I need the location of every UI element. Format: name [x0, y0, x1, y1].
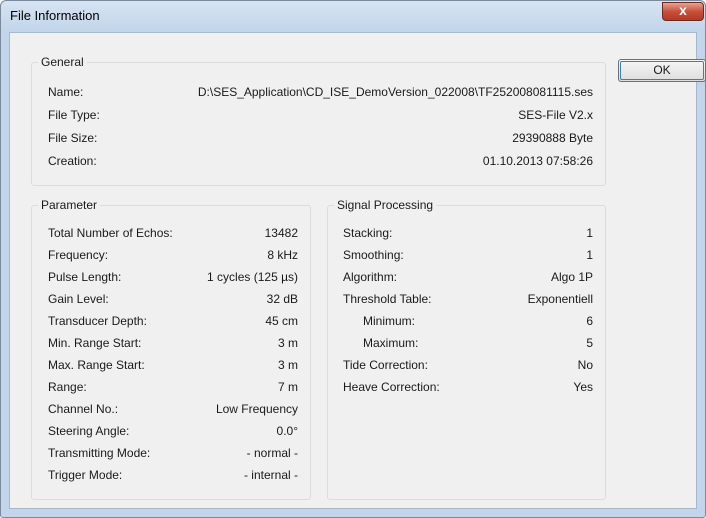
row-label: Heave Correction:: [343, 380, 440, 394]
row-label: Channel No.:: [48, 402, 119, 416]
general-group-title: General: [38, 55, 87, 69]
row-value: 3 m: [277, 358, 298, 372]
row-value: 7 m: [277, 380, 298, 394]
row-label: Smoothing:: [343, 248, 404, 262]
row-value: - internal -: [243, 468, 298, 482]
row-label: Maximum:: [363, 336, 419, 350]
row-value: 3 m: [277, 336, 298, 350]
row-value: 1: [586, 248, 593, 262]
row-label: Trigger Mode:: [48, 468, 123, 482]
row-label: File Type:: [48, 108, 100, 122]
ok-button-label: OK: [653, 63, 671, 77]
row-label: Frequency:: [48, 248, 109, 262]
row-value: SES-File V2.x: [518, 108, 593, 122]
file-information-dialog: File Information x General Name: D:\SES_…: [0, 0, 706, 518]
row-label: Total Number of Echos:: [48, 226, 173, 240]
signal-row-maximum: Maximum: 5: [363, 336, 593, 352]
param-row-echos: Total Number of Echos: 13482: [48, 226, 298, 242]
row-value: 6: [586, 314, 593, 328]
general-row-name: Name: D:\SES_Application\CD_ISE_DemoVers…: [48, 85, 593, 101]
row-value: 1: [586, 226, 593, 240]
row-label: Steering Angle:: [48, 424, 130, 438]
param-row-transmitting-mode: Transmitting Mode: - normal -: [48, 446, 298, 462]
param-row-steering-angle: Steering Angle: 0.0°: [48, 424, 298, 440]
row-value: 29390888 Byte: [512, 131, 593, 145]
row-label: Min. Range Start:: [48, 336, 142, 350]
general-row-file-size: File Size: 29390888 Byte: [48, 131, 593, 147]
close-button[interactable]: x: [662, 2, 704, 21]
row-label: Max. Range Start:: [48, 358, 145, 372]
row-label: Transducer Depth:: [48, 314, 147, 328]
general-group: General Name: D:\SES_Application\CD_ISE_…: [31, 55, 606, 186]
row-value: Exponentiell: [527, 292, 593, 306]
row-value: 32 dB: [266, 292, 298, 306]
signal-row-minimum: Minimum: 6: [363, 314, 593, 330]
signal-processing-group: Signal Processing Stacking: 1 Smoothing:…: [327, 198, 606, 500]
param-row-channel-no: Channel No.: Low Frequency: [48, 402, 298, 418]
general-row-file-type: File Type: SES-File V2.x: [48, 108, 593, 124]
param-row-range: Range: 7 m: [48, 380, 298, 396]
row-value: 0.0°: [276, 424, 298, 438]
param-row-min-range-start: Min. Range Start: 3 m: [48, 336, 298, 352]
param-row-gain-level: Gain Level: 32 dB: [48, 292, 298, 308]
row-value: Yes: [573, 380, 593, 394]
row-label: File Size:: [48, 131, 98, 145]
signal-row-stacking: Stacking: 1: [343, 226, 593, 242]
row-value: 5: [586, 336, 593, 350]
signal-row-tide-correction: Tide Correction: No: [343, 358, 593, 374]
row-value: 8 kHz: [267, 248, 298, 262]
row-label: Algorithm:: [343, 270, 398, 284]
row-value: Algo 1P: [550, 270, 593, 284]
row-value: D:\SES_Application\CD_ISE_DemoVersion_02…: [197, 85, 593, 99]
row-label: Transmitting Mode:: [48, 446, 151, 460]
row-value: Low Frequency: [215, 402, 298, 416]
row-value: 13482: [264, 226, 298, 240]
parameter-group-title: Parameter: [38, 198, 101, 212]
row-label: Minimum:: [363, 314, 416, 328]
row-value: 1 cycles (125 µs): [207, 270, 298, 284]
param-row-transducer-depth: Transducer Depth: 45 cm: [48, 314, 298, 330]
row-value: 01.10.2013 07:58:26: [482, 154, 593, 168]
signal-row-algorithm: Algorithm: Algo 1P: [343, 270, 593, 286]
row-label: Creation:: [48, 154, 97, 168]
row-label: Pulse Length:: [48, 270, 122, 284]
parameter-group: Parameter Total Number of Echos: 13482 F…: [31, 198, 311, 500]
row-value: No: [577, 358, 593, 372]
row-value: 45 cm: [265, 314, 298, 328]
row-label: Name:: [48, 85, 84, 99]
title-bar[interactable]: File Information x: [1, 1, 705, 31]
window-title: File Information: [10, 8, 100, 23]
dialog-client-area: General Name: D:\SES_Application\CD_ISE_…: [9, 32, 706, 509]
signal-row-threshold-table: Threshold Table: Exponentiell: [343, 292, 593, 308]
signal-row-heave-correction: Heave Correction: Yes: [343, 380, 593, 396]
row-value: - normal -: [246, 446, 298, 460]
param-row-frequency: Frequency: 8 kHz: [48, 248, 298, 264]
signal-row-smoothing: Smoothing: 1: [343, 248, 593, 264]
param-row-max-range-start: Max. Range Start: 3 m: [48, 358, 298, 374]
row-label: Threshold Table:: [343, 292, 432, 306]
ok-button[interactable]: OK: [618, 59, 706, 82]
param-row-pulse-length: Pulse Length: 1 cycles (125 µs): [48, 270, 298, 286]
row-label: Stacking:: [343, 226, 393, 240]
signal-processing-group-title: Signal Processing: [334, 198, 437, 212]
row-label: Range:: [48, 380, 87, 394]
general-row-creation: Creation: 01.10.2013 07:58:26: [48, 154, 593, 170]
param-row-trigger-mode: Trigger Mode: - internal -: [48, 468, 298, 484]
row-label: Gain Level:: [48, 292, 109, 306]
close-icon: x: [679, 2, 687, 18]
row-label: Tide Correction:: [343, 358, 428, 372]
